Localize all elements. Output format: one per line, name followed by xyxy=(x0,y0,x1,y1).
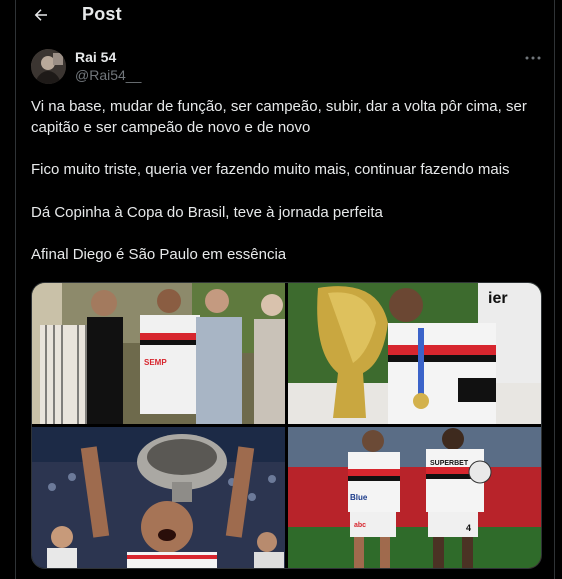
photo-image: ier xyxy=(288,283,541,424)
photo-image xyxy=(32,427,285,568)
photo-kissing-trophy[interactable]: ier xyxy=(288,283,541,424)
shorts-sponsor-text: abc xyxy=(354,522,366,529)
shirt-sponsor-text: SUPERBET xyxy=(430,460,469,467)
shirt-sponsor-text: Blue xyxy=(350,493,368,502)
shorts-number-text: 4 xyxy=(466,523,471,533)
author-display-name[interactable]: Rai 54 xyxy=(75,49,116,65)
arrow-left-icon xyxy=(34,9,47,21)
photo-image: Blue abc SUPERBET 4 xyxy=(288,427,541,568)
post-header: Post xyxy=(0,0,562,30)
page-title: Post xyxy=(82,4,122,24)
post-paragraph: Afinal Diego é São Paulo em essência xyxy=(31,246,287,263)
banner-text: ier xyxy=(488,290,508,307)
photo-lifting-trophy[interactable] xyxy=(32,427,285,568)
post-text: Vi na base, mudar de função, ser campeão… xyxy=(31,97,546,266)
post-paragraph: Fico muito triste, queria ver fazendo mu… xyxy=(31,161,510,178)
avatar[interactable] xyxy=(31,49,66,84)
media-grid: SEMP ier Blue abc SUPERBET 4 xyxy=(31,282,542,569)
post-paragraph: Vi na base, mudar de função, ser campeão… xyxy=(31,98,527,136)
back-button[interactable] xyxy=(30,4,52,26)
avatar-image xyxy=(31,49,66,84)
photo-image: SEMP xyxy=(32,283,285,424)
more-options-button[interactable] xyxy=(522,50,544,66)
photo-youth-player-group[interactable]: SEMP xyxy=(32,283,285,424)
jersey-sponsor-text: SEMP xyxy=(144,358,167,367)
more-horizontal-icon xyxy=(525,56,541,60)
post-paragraph: Dá Copinha à Copa do Brasil, teve à jorn… xyxy=(31,203,383,221)
photo-players-celebrating[interactable]: Blue abc SUPERBET 4 xyxy=(288,427,541,568)
author-handle[interactable]: @Rai54__ xyxy=(75,67,141,83)
